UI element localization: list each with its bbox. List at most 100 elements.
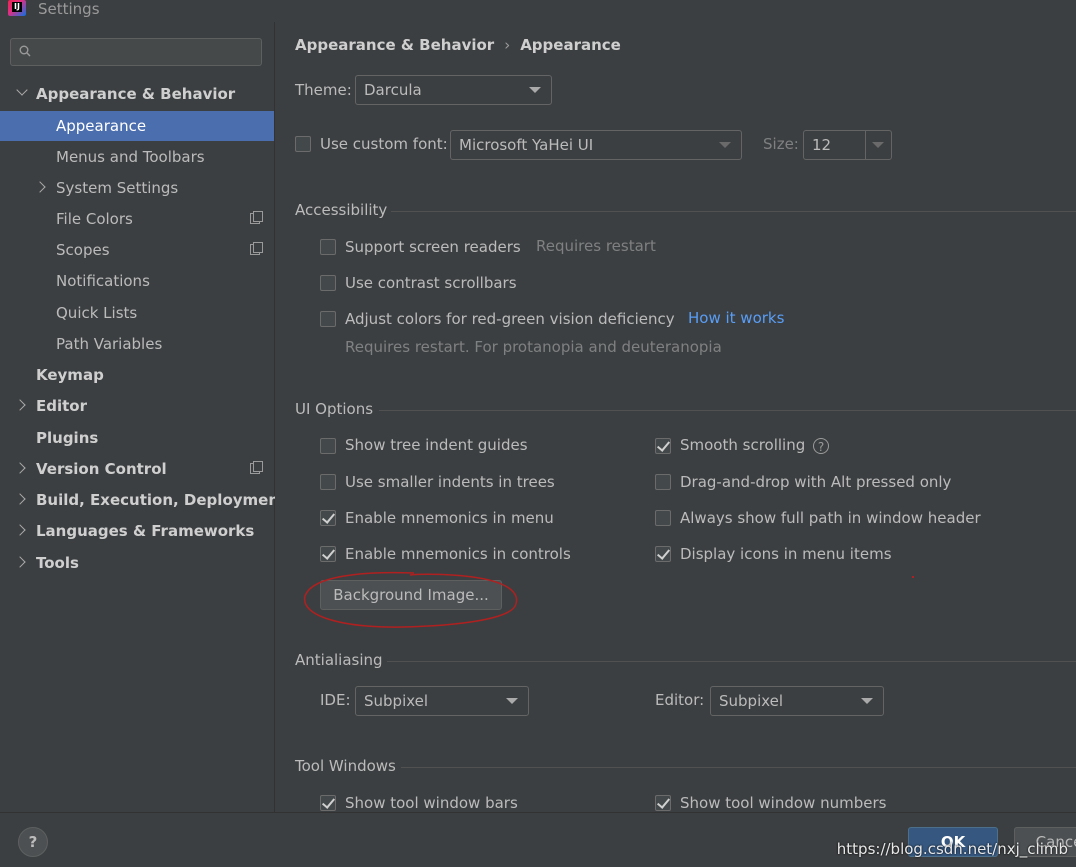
ide-antialiasing-label: IDE: — [320, 691, 351, 709]
sidebar-item-notifications[interactable]: Notifications — [0, 266, 274, 296]
chevron-right-icon[interactable] — [14, 524, 26, 536]
section-divider — [387, 661, 1076, 662]
mnemonics-controls-checkbox[interactable] — [320, 546, 336, 562]
tool-window-bars-label[interactable]: Show tool window bars — [345, 794, 518, 812]
chevron-down-icon[interactable] — [16, 84, 28, 96]
breadcrumb-separator: › — [504, 36, 511, 54]
tool-window-numbers-checkbox[interactable] — [655, 795, 671, 811]
font-size-label: Size: — [763, 135, 799, 153]
smooth-scrolling-checkbox[interactable] — [655, 438, 671, 454]
menu-icons-label[interactable]: Display icons in menu items — [680, 545, 892, 563]
window-title: Settings — [38, 0, 100, 18]
project-level-icon — [250, 242, 263, 255]
sidebar-item-languages-frameworks[interactable]: Languages & Frameworks — [0, 516, 274, 546]
chevron-right-icon[interactable] — [14, 493, 26, 505]
section-divider — [391, 211, 1076, 212]
sidebar-item-appearance[interactable]: Appearance — [0, 111, 274, 141]
contrast-scrollbars-checkbox[interactable] — [320, 275, 336, 291]
tree-indent-guides-label[interactable]: Show tree indent guides — [345, 436, 528, 454]
antialiasing-section-title: Antialiasing — [295, 651, 383, 669]
sidebar-item-label: Quick Lists — [56, 304, 138, 322]
sidebar-item-path-variables[interactable]: Path Variables — [0, 329, 274, 359]
dropdown-arrow-icon — [506, 698, 518, 704]
sidebar-item-version-control[interactable]: Version Control — [0, 454, 274, 484]
custom-font-checkbox[interactable] — [295, 136, 311, 152]
sidebar-item-label: Appearance & Behavior — [36, 85, 236, 103]
smaller-indents-checkbox[interactable] — [320, 474, 336, 490]
contrast-scrollbars-label[interactable]: Use contrast scrollbars — [345, 274, 517, 292]
help-button[interactable]: ? — [18, 827, 48, 857]
settings-content-panel: Appearance & Behavior › Appearance Theme: … — [275, 22, 1076, 812]
smaller-indents-label[interactable]: Use smaller indents in trees — [345, 473, 555, 491]
breadcrumb-parent[interactable]: Appearance & Behavior — [295, 36, 494, 54]
tool-window-bars-checkbox[interactable] — [320, 795, 336, 811]
sidebar-item-label: Scopes — [56, 241, 110, 259]
custom-font-label[interactable]: Use custom font: — [320, 135, 448, 153]
full-path-header-checkbox[interactable] — [655, 510, 671, 526]
intellij-app-icon: IJ — [8, 0, 26, 16]
section-divider — [401, 767, 1076, 768]
sidebar-item-label: Plugins — [36, 429, 99, 447]
sidebar-item-label: Build, Execution, Deployment — [36, 491, 287, 509]
sidebar-item-editor[interactable]: Editor — [0, 391, 274, 421]
color-deficiency-label[interactable]: Adjust colors for red-green vision defic… — [345, 310, 675, 328]
full-path-header-label[interactable]: Always show full path in window header — [680, 509, 981, 527]
sidebar-item-quick-lists[interactable]: Quick Lists — [0, 298, 274, 328]
editor-antialiasing-value: Subpixel — [719, 692, 784, 710]
sidebar-item-label: Keymap — [36, 366, 104, 384]
dropdown-arrow-icon — [529, 87, 541, 93]
help-icon[interactable]: ? — [813, 438, 829, 454]
mnemonics-menu-label[interactable]: Enable mnemonics in menu — [345, 509, 554, 527]
search-icon — [19, 45, 31, 57]
chevron-right-icon[interactable] — [14, 399, 26, 411]
app-icon-text: IJ — [12, 2, 22, 12]
menu-icons-checkbox[interactable] — [655, 546, 671, 562]
sidebar-item-appearance-behavior[interactable]: Appearance & Behavior — [0, 79, 274, 109]
sidebar-item-plugins[interactable]: Plugins — [0, 423, 274, 453]
sidebar-item-keymap[interactable]: Keymap — [0, 360, 274, 390]
tool-windows-section-title: Tool Windows — [295, 757, 396, 775]
color-deficiency-note: Requires restart. For protanopia and deu… — [345, 338, 722, 356]
editor-antialiasing-dropdown[interactable]: Subpixel — [710, 686, 884, 716]
sidebar-item-build-execution-deployment[interactable]: Build, Execution, Deployment — [0, 485, 286, 515]
sidebar-item-menus-toolbars[interactable]: Menus and Toolbars — [0, 142, 274, 172]
smooth-scrolling-label[interactable]: Smooth scrolling — [680, 436, 805, 454]
mnemonics-menu-checkbox[interactable] — [320, 510, 336, 526]
sidebar-item-label: System Settings — [56, 179, 179, 197]
theme-dropdown[interactable]: Darcula — [355, 75, 552, 105]
font-size-value: 12 — [812, 136, 832, 154]
font-size-dropdown[interactable]: 12 — [803, 130, 892, 160]
ide-antialiasing-dropdown[interactable]: Subpixel — [355, 686, 529, 716]
chevron-right-icon[interactable] — [34, 181, 46, 193]
sidebar-item-scopes[interactable]: Scopes — [0, 235, 274, 265]
ide-antialiasing-value: Subpixel — [364, 692, 429, 710]
drag-drop-alt-checkbox[interactable] — [655, 474, 671, 490]
tool-window-numbers-label[interactable]: Show tool window numbers — [680, 794, 886, 812]
chevron-right-icon[interactable] — [14, 556, 26, 568]
custom-font-dropdown[interactable]: Microsoft YaHei UI — [450, 130, 742, 160]
sidebar-item-label: Notifications — [56, 272, 150, 290]
project-level-icon — [250, 461, 263, 474]
dropdown-divider — [865, 131, 866, 159]
theme-label: Theme: — [295, 81, 352, 99]
settings-search-input[interactable] — [10, 38, 262, 66]
sidebar-item-system-settings[interactable]: System Settings — [0, 173, 274, 203]
chevron-right-icon[interactable] — [14, 462, 26, 474]
sidebar-item-file-colors[interactable]: File Colors — [0, 204, 274, 234]
mnemonics-controls-label[interactable]: Enable mnemonics in controls — [345, 545, 571, 563]
drag-drop-alt-label[interactable]: Drag-and-drop with Alt pressed only — [680, 473, 951, 491]
sidebar-item-label: Editor — [36, 397, 87, 415]
editor-antialiasing-label: Editor: — [655, 691, 705, 709]
dropdown-arrow-icon — [872, 142, 884, 148]
sidebar-item-tools[interactable]: Tools — [0, 548, 274, 578]
screen-readers-label[interactable]: Support screen readers — [345, 238, 521, 256]
dropdown-arrow-icon — [861, 698, 873, 704]
screen-readers-checkbox[interactable] — [320, 239, 336, 255]
color-deficiency-checkbox[interactable] — [320, 311, 336, 327]
sidebar-item-label: Menus and Toolbars — [56, 148, 205, 166]
settings-sidebar: Appearance & Behavior Appearance Menus a… — [0, 22, 286, 812]
accessibility-section-title: Accessibility — [295, 201, 388, 219]
how-it-works-link[interactable]: How it works — [688, 309, 784, 327]
tree-indent-guides-checkbox[interactable] — [320, 438, 336, 454]
sidebar-item-label: Appearance — [56, 117, 147, 135]
